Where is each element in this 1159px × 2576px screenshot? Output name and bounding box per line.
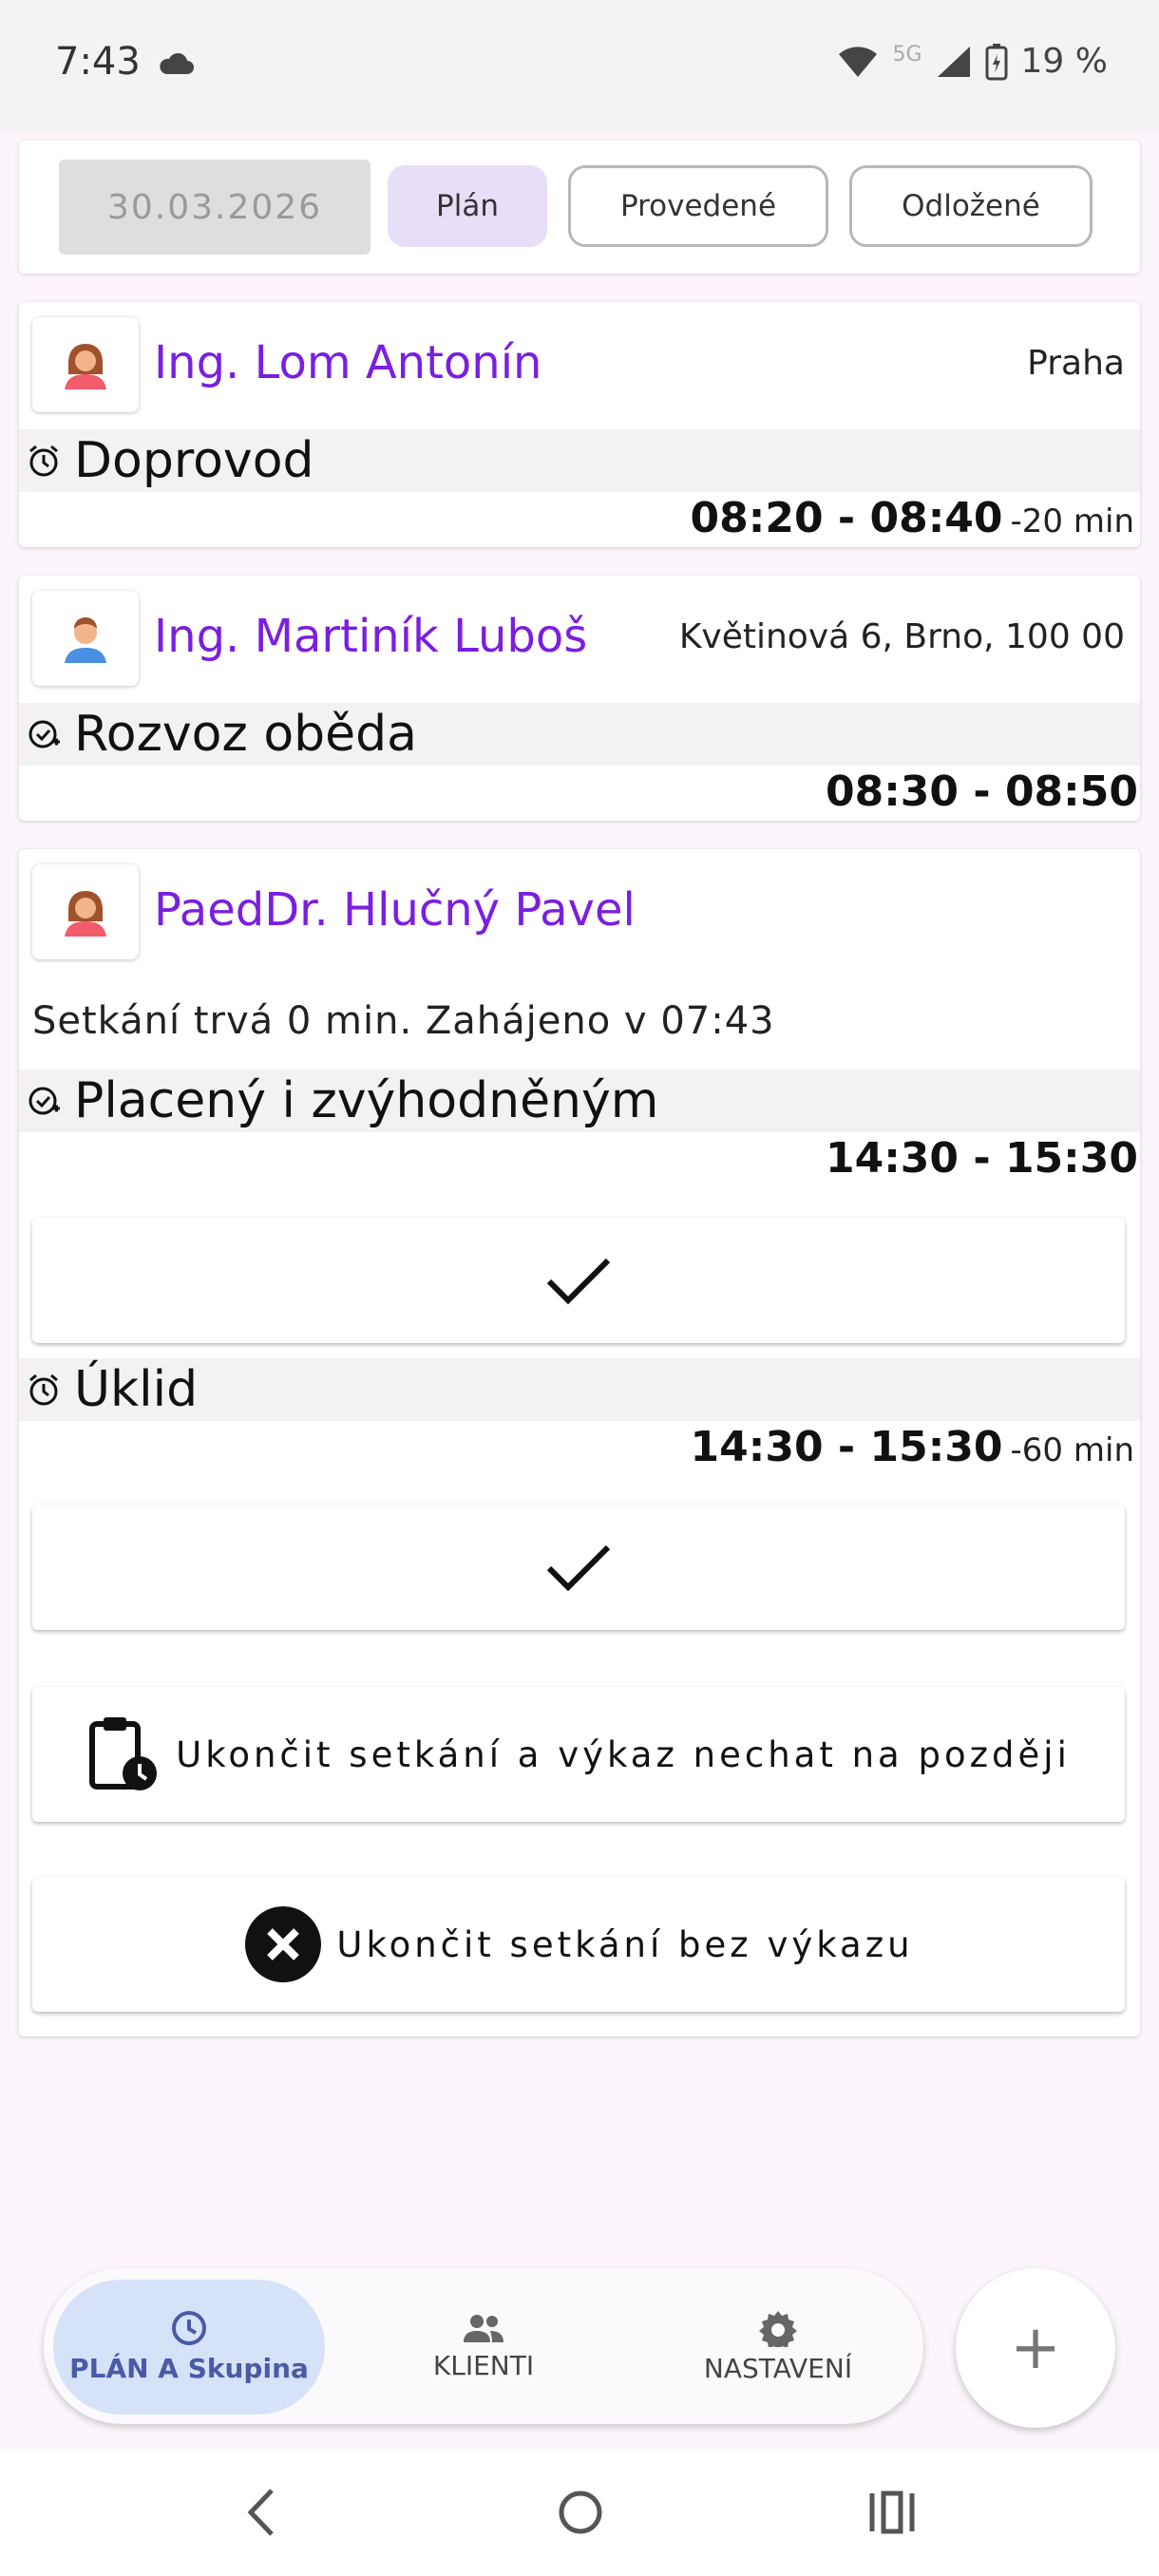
service-row: Úklid	[19, 1358, 1140, 1421]
time-range: 14:30 - 15:30	[690, 1423, 1003, 1471]
battery-level: 19 %	[1020, 42, 1108, 81]
calendar-check-icon	[23, 1080, 65, 1122]
bottom-navigation: PLÁN A Skupina KLIENTI NASTAVENÍ	[44, 2268, 923, 2424]
client-name: Ing. Lom Antonín	[154, 336, 542, 389]
service-name: Placený i zvýhodněným	[74, 1072, 659, 1129]
service-time: 14:30 - 15:30 -60 min	[691, 1423, 1134, 1471]
alarm-clock-icon	[23, 1369, 65, 1411]
date-picker[interactable]: 30.03.2026	[59, 160, 370, 255]
nav-label: KLIENTI	[432, 2349, 535, 2381]
female-avatar-icon	[32, 317, 139, 412]
calendar-check-icon	[23, 713, 65, 755]
recents-icon[interactable]	[868, 2491, 916, 2534]
nav-item-plan[interactable]: PLÁN A Skupina	[53, 2268, 325, 2424]
tab-odlozene[interactable]: Odložené	[849, 165, 1092, 247]
client-card[interactable]: Ing. Lom Antonín Praha Doprovod 08:20 - …	[19, 302, 1140, 547]
service-name: Doprovod	[74, 432, 314, 489]
network-label: 5G	[892, 43, 922, 66]
filter-bar: 30.03.2026 Plán Provedené Odložené	[19, 141, 1140, 274]
people-icon	[464, 2314, 504, 2342]
cloud-icon	[159, 52, 194, 74]
close-circle-icon	[245, 1906, 322, 1982]
time-range: 14:30 - 15:30	[825, 1134, 1138, 1183]
tab-plan[interactable]: Plán	[388, 165, 547, 247]
client-card-active[interactable]: PaedDr. Hlučný Pavel Setkání trvá 0 min.…	[19, 849, 1140, 2036]
finish-later-button[interactable]: Ukončit setkání a výkaz nechat na pozděj…	[32, 1687, 1125, 1822]
tab-provedene[interactable]: Provedené	[568, 165, 828, 247]
status-bar: 7:43 5G 19 %	[0, 0, 1159, 133]
time-diff: -20 min	[1010, 502, 1134, 540]
clipboard-clock-icon	[89, 1717, 158, 1790]
client-address: Květinová 6, Brno, 100 00	[678, 617, 1125, 656]
home-icon[interactable]	[557, 2489, 604, 2536]
time-diff: -60 min	[1010, 1431, 1134, 1469]
nav-item-settings[interactable]: NASTAVENÍ	[642, 2268, 914, 2424]
alarm-clock-icon	[23, 440, 65, 482]
battery-icon	[985, 43, 1008, 80]
service-row: Placený i zvýhodněným	[19, 1070, 1140, 1132]
nav-label: NASTAVENÍ	[703, 2352, 853, 2384]
time-range: 08:20 - 08:40	[690, 494, 1003, 542]
wifi-icon	[839, 46, 878, 77]
female-avatar-icon	[32, 864, 139, 959]
signal-icon	[937, 46, 970, 77]
service-name: Rozvoz oběda	[74, 706, 418, 763]
checkmark-icon	[546, 1544, 611, 1592]
client-card[interactable]: Ing. Martiník Luboš Květinová 6, Brno, 1…	[19, 576, 1140, 821]
service-time: 14:30 - 15:30	[826, 1134, 1138, 1183]
client-name: PaedDr. Hlučný Pavel	[154, 883, 636, 937]
status-indicators: 5G 19 %	[837, 42, 1108, 81]
status-time: 7:43	[55, 40, 195, 84]
service-row: Doprovod	[19, 429, 1140, 492]
nav-label: PLÁN A Skupina	[69, 2352, 309, 2384]
gear-icon	[759, 2310, 797, 2347]
add-button[interactable]: +	[956, 2268, 1115, 2428]
client-address: Praha	[1027, 344, 1125, 383]
client-name: Ing. Martiník Luboš	[154, 610, 588, 663]
service-row: Rozvoz oběda	[19, 703, 1140, 766]
male-avatar-icon	[32, 591, 139, 686]
confirm-service-button[interactable]	[32, 1218, 1125, 1343]
system-navigation-bar	[0, 2449, 1159, 2576]
service-time: 08:30 - 08:50	[826, 767, 1138, 816]
time-range: 08:30 - 08:50	[825, 767, 1138, 816]
back-icon[interactable]	[243, 2487, 281, 2538]
service-time: 08:20 - 08:40 -20 min	[691, 494, 1134, 542]
nav-item-clients[interactable]: KLIENTI	[348, 2268, 619, 2424]
finish-without-report-button[interactable]: Ukončit setkání bez výkazu	[32, 1877, 1125, 2012]
meeting-duration-note: Setkání trvá 0 min. Zahájeno v 07:43	[32, 999, 775, 1043]
finish-without-label: Ukončit setkání bez výkazu	[336, 1923, 914, 1965]
service-name: Úklid	[74, 1361, 199, 1418]
clock-icon	[172, 2310, 206, 2345]
checkmark-icon	[546, 1258, 611, 1305]
finish-later-label: Ukončit setkání a výkaz nechat na pozděj…	[176, 1733, 1071, 1775]
confirm-service-button[interactable]	[32, 1505, 1125, 1630]
